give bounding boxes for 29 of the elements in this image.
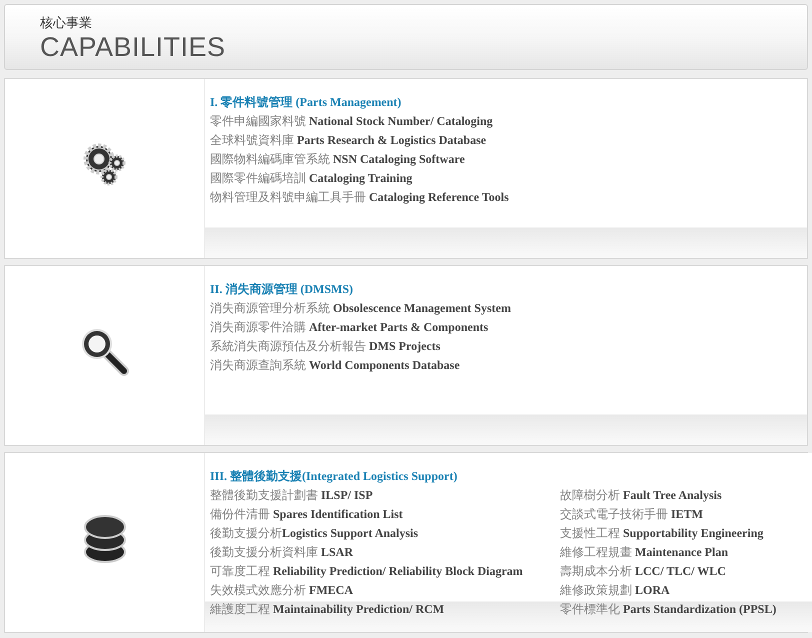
capability-item: 支援性工程 Supportability Engineering bbox=[560, 525, 764, 542]
capability-item: 維修政策規劃 LORA bbox=[560, 582, 671, 599]
capability-item: 整體後勤支援計劃書 ILSP/ ISP bbox=[210, 487, 374, 504]
section-title: III. 整體後勤支援(Integrated Logistics Support) bbox=[210, 468, 458, 485]
capability-item: 系統消失商源預估及分析報告 DMS Projects bbox=[210, 338, 442, 355]
section-title: I. 零件料號管理 (Parts Management) bbox=[210, 94, 402, 111]
capability-item: 零件標準化 Parts Standardization (PPSL) bbox=[560, 601, 778, 618]
header-title: CAPABILITIES bbox=[40, 32, 227, 62]
header-subtitle: 核心事業 bbox=[40, 16, 93, 32]
capability-item: 維護度工程 Maintainability Prediction/ RCM bbox=[210, 601, 446, 618]
capability-item: 備份件清冊 Spares Identification List bbox=[210, 506, 404, 523]
capability-item: 國際物料編碼庫管系統 NSN Cataloging Software bbox=[210, 151, 466, 168]
capability-item: 零件申編國家料號 National Stock Number/ Cataloging bbox=[210, 113, 494, 130]
capability-item: 物料管理及料號申編工具手冊 Cataloging Reference Tools bbox=[210, 189, 510, 206]
capability-item: 壽期成本分析 LCC/ TLC/ WLC bbox=[560, 563, 727, 580]
capability-item: 可靠度工程 Reliability Prediction/ Reliability Block Diagram bbox=[210, 563, 524, 580]
capability-item: 故障樹分析 Fault Tree Analysis bbox=[560, 487, 723, 504]
capability-item: 交談式電子技術手冊 IETM bbox=[560, 506, 704, 523]
capability-item: 消失商源零件洽購 After-market Parts & Components bbox=[210, 319, 490, 336]
capability-item: 消失商源管理分析系統 Obsolescence Management System bbox=[210, 300, 512, 317]
capability-item: 後勤支援分析Logistics Support Analysis bbox=[210, 525, 420, 542]
capability-item: 後勤支援分析資料庫 LSAR bbox=[210, 544, 354, 561]
section-title: II. 消失商源管理 (DMSMS) bbox=[210, 281, 354, 298]
capability-item: 全球料號資料庫 Parts Research & Logistics Database bbox=[210, 132, 488, 149]
capability-item: 失效模式效應分析 FMECA bbox=[210, 582, 354, 599]
capability-item: 消失商源查詢系統 World Components Database bbox=[210, 357, 461, 374]
database-icon bbox=[82, 514, 126, 564]
capability-item: 國際零件編碼培訓 Cataloging Training bbox=[210, 170, 414, 187]
capability-item: 維修工程規畫 Maintenance Plan bbox=[560, 544, 729, 561]
